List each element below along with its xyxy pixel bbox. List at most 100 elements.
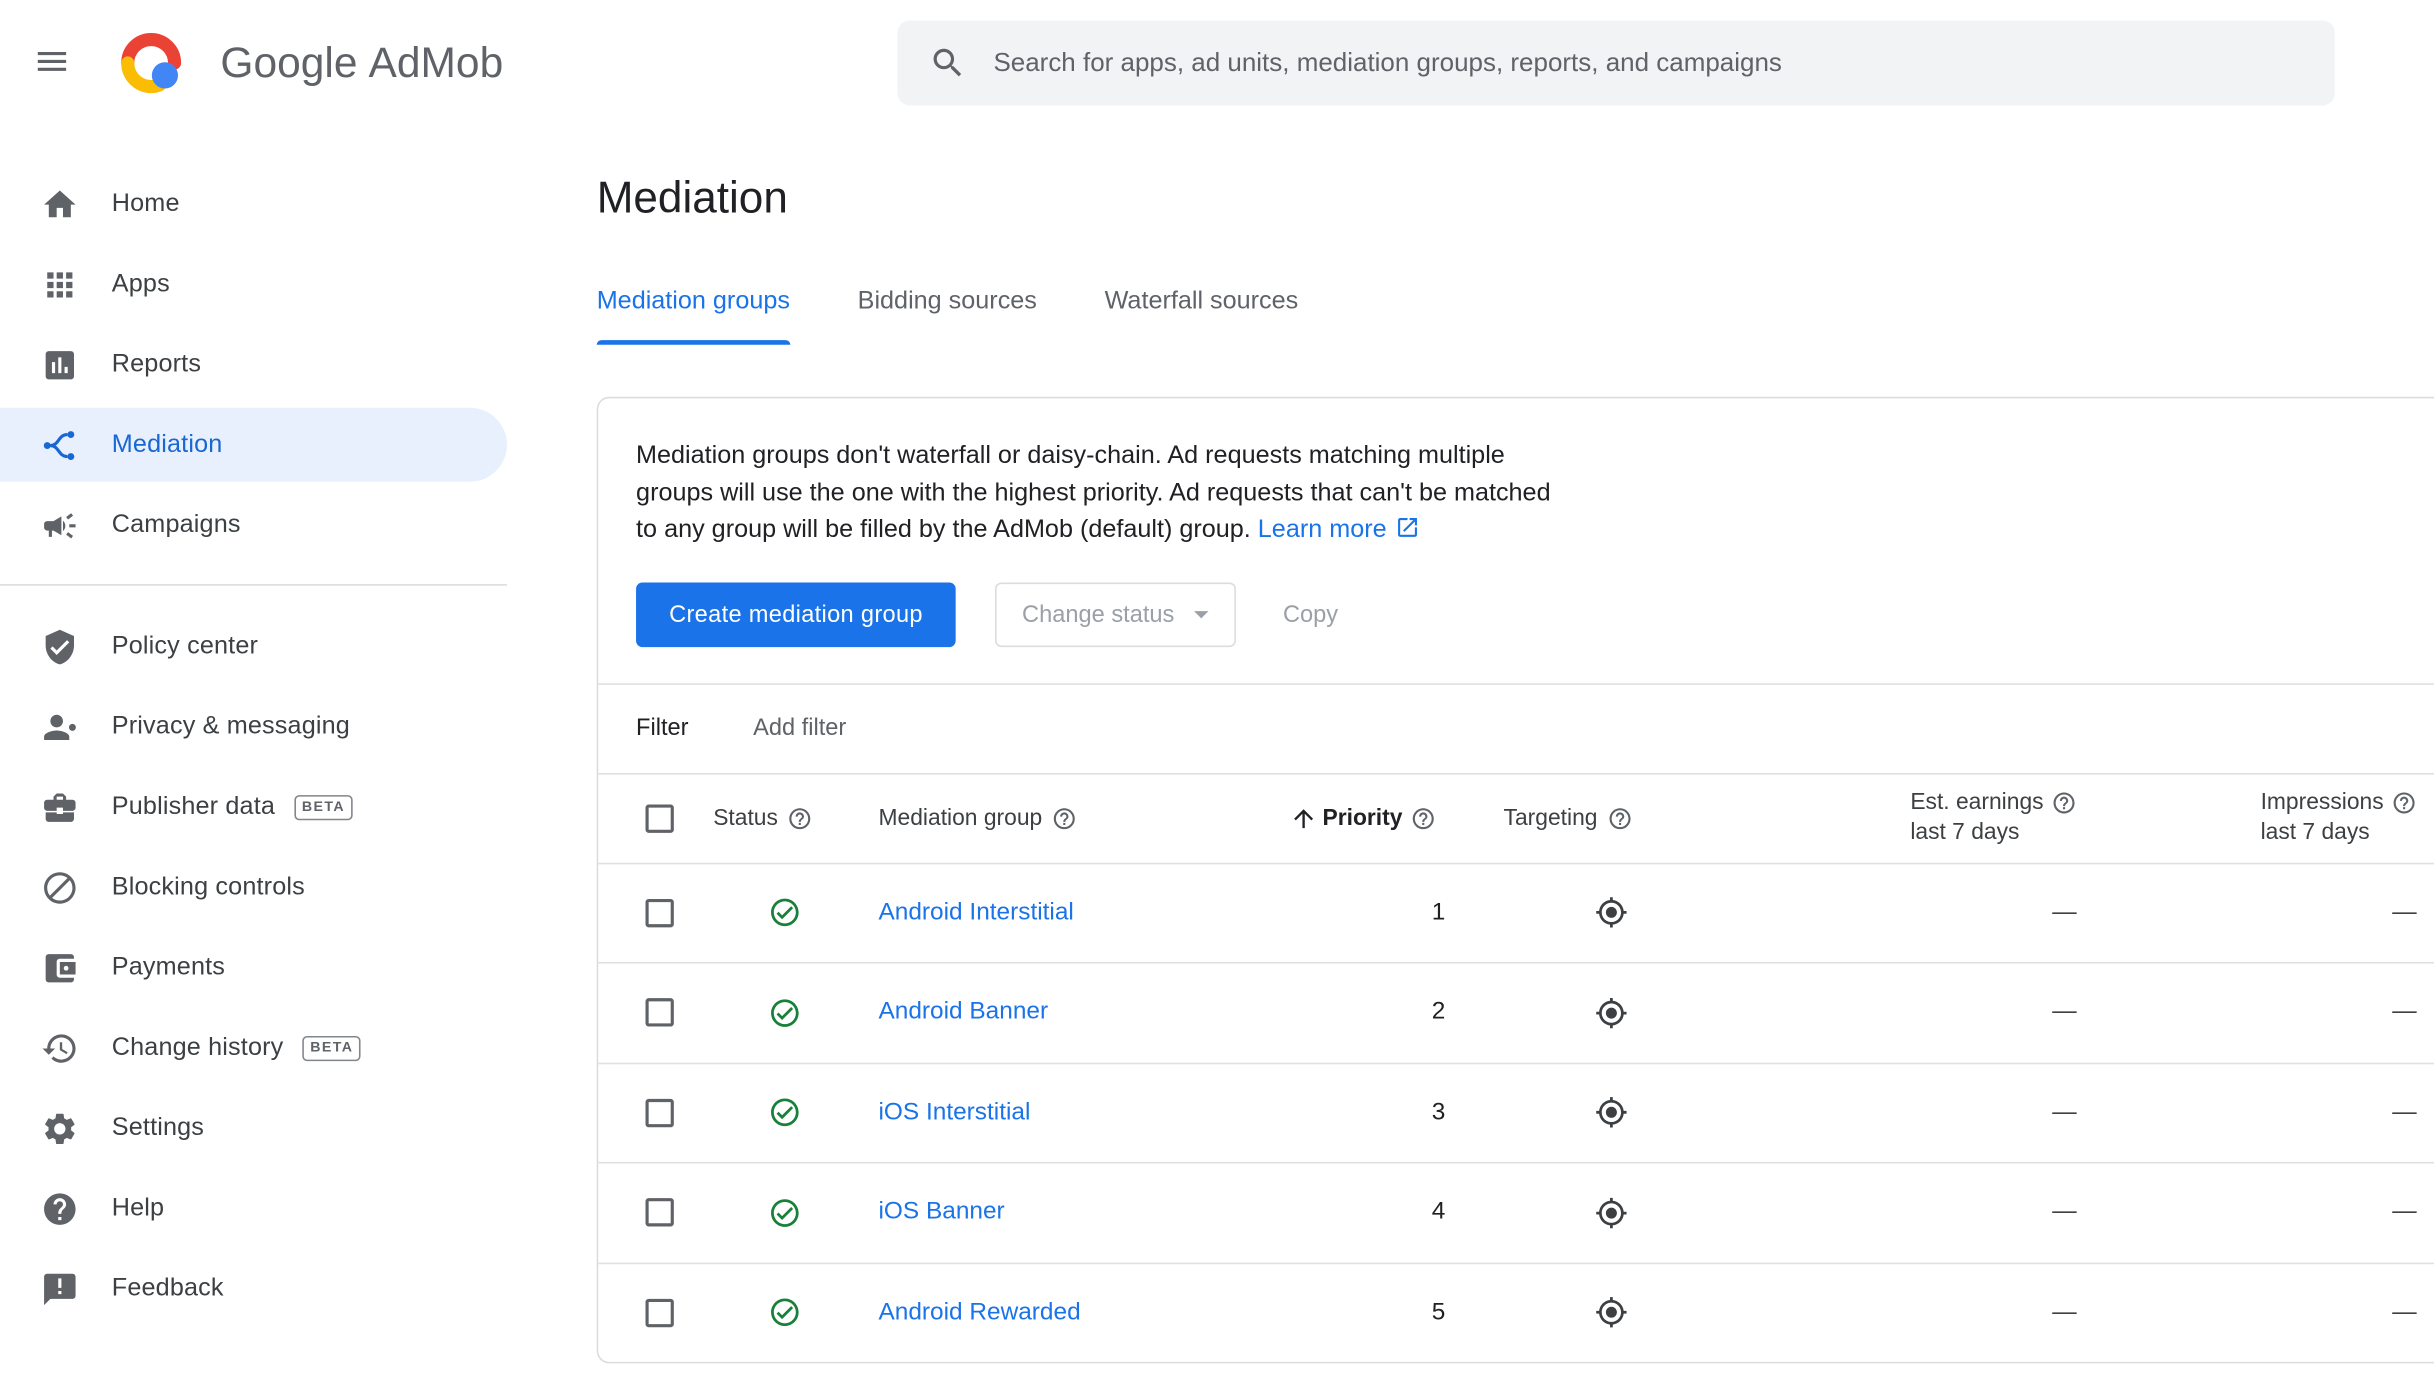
admob-logo-icon bbox=[118, 30, 184, 96]
tab-bidding-sources[interactable]: Bidding sources bbox=[858, 287, 1037, 345]
targeting-column-header: Targeting bbox=[1503, 805, 1598, 831]
select-all-checkbox[interactable] bbox=[645, 803, 674, 833]
status-enabled-icon bbox=[768, 1096, 801, 1129]
sidebar-item-label: Change history bbox=[111, 1033, 284, 1061]
apps-icon bbox=[41, 265, 79, 303]
tab-mediation-groups[interactable]: Mediation groups bbox=[596, 287, 790, 345]
mediation-icon bbox=[41, 426, 79, 464]
mediation-group-link[interactable]: Android Rewarded bbox=[879, 1298, 1081, 1325]
row-checkbox[interactable] bbox=[645, 898, 674, 927]
add-filter-button[interactable]: Add filter bbox=[753, 715, 846, 742]
priority-help-icon[interactable] bbox=[1410, 805, 1435, 830]
mediation-groups-card: Mediation groups don't waterfall or dais… bbox=[596, 396, 2434, 1364]
table-row: Android Interstitial 1 — — bbox=[598, 861, 2434, 962]
row-checkbox[interactable] bbox=[645, 1098, 674, 1127]
learn-more-link[interactable]: Learn more bbox=[1258, 516, 1420, 543]
impressions-value: — bbox=[2392, 898, 2417, 926]
targeting-icon bbox=[1595, 1096, 1628, 1129]
status-enabled-icon bbox=[768, 1196, 801, 1229]
targeting-icon bbox=[1595, 896, 1628, 929]
privacy-icon bbox=[41, 708, 79, 746]
chevron-down-icon bbox=[1174, 597, 1218, 632]
search-input[interactable] bbox=[993, 48, 2304, 78]
mediation-group-link[interactable]: iOS Banner bbox=[879, 1199, 1005, 1226]
tab-waterfall-sources[interactable]: Waterfall sources bbox=[1105, 287, 1299, 345]
mediation-group-link[interactable]: iOS Interstitial bbox=[879, 1099, 1031, 1126]
row-checkbox[interactable] bbox=[645, 1298, 674, 1327]
reports-icon bbox=[41, 346, 79, 384]
sidebar-item-apps[interactable]: Apps bbox=[0, 247, 507, 321]
admob-app: GoogleAdMob Home Apps Reports Mediation Camp… bbox=[0, 0, 2434, 1384]
sidebar-item-label: Policy center bbox=[111, 632, 259, 659]
targeting-help-icon[interactable] bbox=[1607, 805, 1632, 830]
priority-value: 4 bbox=[1431, 1198, 1446, 1226]
sidebar-item-change-history[interactable]: Change history BETA bbox=[0, 1011, 507, 1085]
sidebar-item-campaigns[interactable]: Campaigns bbox=[0, 488, 507, 562]
impressions-value: — bbox=[2392, 1198, 2417, 1226]
sort-ascending-icon[interactable] bbox=[1289, 804, 1317, 832]
mediation-group-link[interactable]: Android Interstitial bbox=[879, 899, 1074, 926]
status-enabled-icon bbox=[768, 996, 801, 1029]
copy-button[interactable]: Copy bbox=[1270, 601, 1350, 628]
sidebar-item-label: Help bbox=[111, 1194, 165, 1221]
sidebar-item-policy-center[interactable]: Policy center bbox=[0, 609, 507, 683]
mediation-groups-table: Status Mediation group Priority Targetin… bbox=[598, 772, 2434, 1362]
admob-logo[interactable]: Google AdMob bbox=[118, 30, 503, 96]
sidebar-item-mediation[interactable]: Mediation bbox=[0, 407, 507, 482]
mediation-group-column-header: Mediation group bbox=[878, 805, 1043, 831]
mediation-group-link[interactable]: Android Banner bbox=[879, 999, 1049, 1026]
campaigns-icon bbox=[41, 506, 79, 544]
external-link-icon bbox=[1387, 516, 1420, 543]
targeting-icon bbox=[1595, 1196, 1628, 1229]
impressions-help-icon[interactable] bbox=[2392, 790, 2417, 815]
tab-bar: Mediation groups Bidding sources Waterfall… bbox=[596, 287, 2434, 345]
priority-value: 2 bbox=[1431, 998, 1446, 1026]
sidebar-item-reports[interactable]: Reports bbox=[0, 327, 507, 401]
sidebar-item-payments[interactable]: Payments bbox=[0, 930, 507, 1004]
search-bar[interactable] bbox=[897, 20, 2335, 106]
row-checkbox[interactable] bbox=[645, 998, 674, 1027]
sidebar-item-label: Apps bbox=[111, 270, 170, 297]
status-enabled-icon bbox=[768, 1296, 801, 1329]
home-icon bbox=[41, 185, 79, 223]
sidebar-item-label: Privacy & messaging bbox=[111, 712, 350, 740]
sidebar-item-label: Payments bbox=[111, 953, 226, 981]
table-row: Android Banner 2 — — bbox=[598, 961, 2434, 1062]
priority-value: 3 bbox=[1431, 1098, 1446, 1126]
sidebar-item-settings[interactable]: Settings bbox=[0, 1091, 507, 1165]
est-earnings-value: — bbox=[2052, 1298, 2077, 1326]
create-mediation-group-button[interactable]: Create mediation group bbox=[636, 581, 956, 647]
est-earnings-help-icon[interactable] bbox=[2051, 790, 2076, 815]
brand-text: Google AdMob bbox=[220, 38, 504, 86]
filter-bar: Filter Add filter bbox=[598, 682, 2434, 773]
sidebar-item-feedback[interactable]: Feedback bbox=[0, 1252, 507, 1326]
sidebar-item-label: Mediation bbox=[111, 430, 223, 458]
sidebar-item-home[interactable]: Home bbox=[0, 167, 507, 241]
table-row: iOS Banner 4 — — bbox=[598, 1161, 2434, 1262]
history-icon bbox=[41, 1029, 79, 1067]
hamburger-menu-button[interactable] bbox=[14, 25, 90, 101]
main-content: Mediation Mediation groups Bidding source… bbox=[567, 126, 2434, 1384]
sidebar-item-publisher-data[interactable]: Publisher data BETA bbox=[0, 770, 507, 844]
sidebar: Home Apps Reports Mediation Campaigns Policy… bbox=[0, 126, 567, 1384]
est-earnings-value: — bbox=[2052, 1198, 2077, 1226]
sidebar-item-help[interactable]: Help bbox=[0, 1171, 507, 1245]
priority-value: 1 bbox=[1431, 898, 1446, 926]
table-row: iOS Interstitial 3 — — bbox=[598, 1061, 2434, 1162]
sidebar-item-blocking-controls[interactable]: Blocking controls bbox=[0, 850, 507, 924]
block-icon bbox=[41, 868, 79, 906]
publisher-icon bbox=[41, 788, 79, 826]
sidebar-item-privacy-messaging[interactable]: Privacy & messaging bbox=[0, 690, 507, 764]
feedback-icon bbox=[41, 1270, 79, 1308]
settings-icon bbox=[41, 1109, 79, 1147]
impressions-column-header: Impressions last 7 days bbox=[2261, 790, 2417, 845]
sidebar-item-label: Feedback bbox=[111, 1274, 224, 1302]
change-status-button[interactable]: Change status bbox=[995, 581, 1236, 647]
sidebar-item-label: Home bbox=[111, 189, 180, 217]
status-help-icon[interactable] bbox=[787, 805, 812, 830]
targeting-icon bbox=[1595, 996, 1628, 1029]
table-row: Android Rewarded 5 — — bbox=[598, 1261, 2434, 1362]
mediation-group-help-icon[interactable] bbox=[1052, 805, 1077, 830]
row-checkbox[interactable] bbox=[645, 1198, 674, 1227]
sidebar-divider bbox=[0, 584, 507, 586]
